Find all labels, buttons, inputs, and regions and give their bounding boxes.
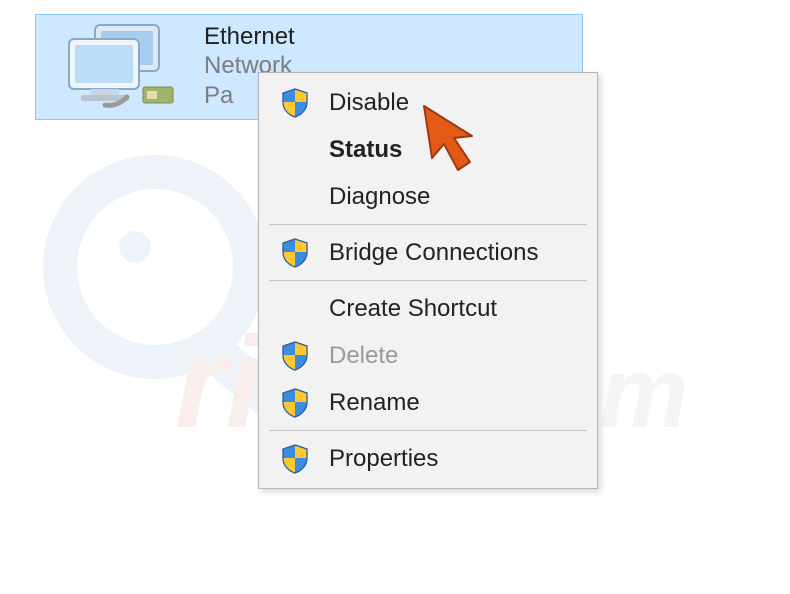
uac-shield-icon (275, 88, 315, 118)
menu-separator (269, 224, 587, 225)
menu-separator (269, 280, 587, 281)
network-adapter-icon (42, 19, 192, 115)
menu-item-properties[interactable]: Properties (261, 435, 595, 482)
menu-item-label: Diagnose (315, 183, 430, 211)
uac-shield-icon (275, 444, 315, 474)
menu-item-rename[interactable]: Rename (261, 379, 595, 426)
menu-item-create-shortcut[interactable]: Create Shortcut (261, 285, 595, 332)
menu-item-label: Disable (315, 89, 409, 117)
menu-item-label: Delete (315, 342, 398, 370)
menu-item-label: Create Shortcut (315, 295, 497, 323)
adapter-context-menu: Disable Status Diagnose Bridge Connections… (258, 72, 598, 489)
menu-item-label: Properties (315, 445, 438, 473)
menu-item-label: Status (315, 136, 402, 164)
adapter-title: Ethernet (204, 23, 295, 52)
menu-separator (269, 430, 587, 431)
menu-item-label: Bridge Connections (315, 239, 538, 267)
menu-item-label: Rename (315, 389, 420, 417)
menu-item-delete: Delete (261, 332, 595, 379)
uac-shield-icon (275, 388, 315, 418)
menu-item-disable[interactable]: Disable (261, 79, 595, 126)
menu-item-diagnose[interactable]: Diagnose (261, 173, 595, 220)
uac-shield-icon (275, 238, 315, 268)
uac-shield-icon (275, 341, 315, 371)
menu-item-status[interactable]: Status (261, 126, 595, 173)
menu-item-bridge-connections[interactable]: Bridge Connections (261, 229, 595, 276)
